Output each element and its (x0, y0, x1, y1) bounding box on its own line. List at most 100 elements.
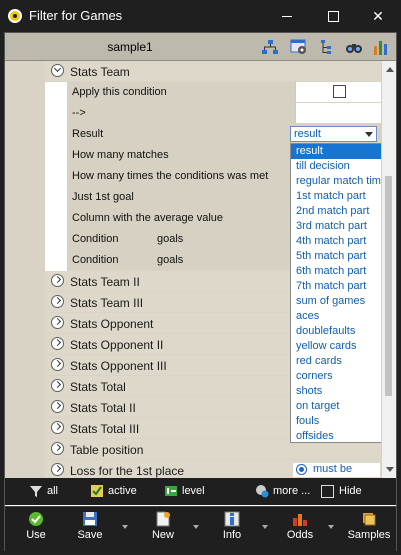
filter-header: sample1 (5, 33, 396, 61)
condition-label: Result (72, 128, 104, 140)
funnel-icon (30, 486, 42, 498)
dropdown-option[interactable]: result (291, 144, 386, 159)
condition-label: Column with the average value (72, 212, 224, 224)
scroll-down-icon[interactable] (386, 467, 394, 472)
category-label: Stats Team (70, 65, 130, 79)
odds-chart-icon (293, 514, 307, 526)
vertical-scrollbar[interactable] (381, 61, 396, 478)
category-label: Loss for the 1st place (70, 464, 185, 478)
binoculars-icon[interactable] (345, 38, 363, 56)
expand-icon[interactable] (51, 316, 64, 329)
expand-icon[interactable] (51, 337, 64, 350)
category-label: Stats Team III (70, 296, 144, 310)
level-icon (165, 486, 177, 497)
tree-structure-icon[interactable] (261, 38, 279, 56)
apply-condition-checkbox[interactable] (333, 85, 346, 98)
condition-row[interactable]: Apply this condition (67, 82, 381, 103)
expand-icon[interactable] (51, 421, 64, 434)
info-dropdown-arrow[interactable] (262, 525, 268, 529)
dropdown-option[interactable]: offsides (291, 429, 386, 444)
must-be-radio[interactable]: must be (293, 463, 380, 477)
close-button[interactable]: ✕ (355, 0, 401, 32)
dropdown-option[interactable]: 3rd match part (291, 219, 386, 234)
result-select[interactable]: result (290, 126, 377, 142)
dropdown-option[interactable]: 7th match part (291, 279, 386, 294)
scrollbar-thumb[interactable] (385, 176, 392, 396)
condition-label: How many matches (72, 149, 169, 161)
dropdown-option[interactable]: on target (291, 399, 386, 414)
radio-selected-icon[interactable] (296, 464, 307, 475)
condition-value[interactable]: goals (157, 254, 183, 266)
condition-label: Condition (72, 233, 119, 245)
dropdown-option[interactable]: doublefaults (291, 324, 386, 339)
result-dropdown-list[interactable]: result till decision regular match time … (290, 143, 387, 443)
filter-level-button[interactable]: level (164, 483, 205, 500)
maximize-button[interactable] (310, 0, 356, 32)
condition-label: How many times the conditions was met (72, 170, 269, 182)
odds-button[interactable]: Odds (283, 511, 317, 549)
dropdown-option[interactable]: 2nd match part (291, 204, 386, 219)
condition-value-cell[interactable] (295, 82, 381, 102)
dropdown-option[interactable]: till decision (291, 159, 386, 174)
odds-dropdown-arrow[interactable] (328, 525, 334, 529)
filter-more-button[interactable]: more ... (255, 483, 310, 500)
list-structure-icon[interactable] (319, 38, 337, 56)
filter-active-button[interactable]: active (90, 483, 137, 500)
condition-value-cell[interactable] (295, 103, 381, 123)
title-bar: Filter for Games ✕ (0, 0, 401, 32)
dropdown-option[interactable]: 1st match part (291, 189, 386, 204)
hide-checkbox[interactable] (321, 484, 334, 498)
filter-all-label: all (47, 485, 59, 497)
category-label: Stats Opponent III (70, 359, 167, 373)
dropdown-option[interactable]: corners (291, 369, 386, 384)
samples-button[interactable]: Samples (346, 511, 392, 549)
dropdown-option[interactable]: aces (291, 309, 386, 324)
dropdown-option[interactable]: 4th match part (291, 234, 386, 249)
filter-all-button[interactable]: all (29, 483, 58, 500)
expand-icon[interactable] (51, 442, 64, 455)
condition-label: Just 1st goal (72, 191, 134, 203)
expand-icon[interactable] (51, 400, 64, 413)
dropdown-option[interactable]: 5th match part (291, 249, 386, 264)
expand-icon[interactable] (51, 295, 64, 308)
minimize-button[interactable] (264, 0, 310, 32)
save-button[interactable]: Save (75, 511, 105, 549)
dropdown-option[interactable]: 6th match part (291, 264, 386, 279)
dropdown-option[interactable]: shots (291, 384, 386, 399)
info-icon (224, 511, 240, 527)
category-label: Table position (70, 443, 144, 457)
expand-icon[interactable] (51, 379, 64, 392)
collapse-icon[interactable] (51, 64, 64, 77)
dropdown-option[interactable]: regular match time (291, 174, 386, 189)
condition-row[interactable]: --> (67, 103, 381, 124)
filter-name: sample1 (107, 40, 153, 54)
bottom-toolbar: Use Save New Info Odds Samples (5, 506, 396, 551)
use-button[interactable]: Use (21, 511, 51, 549)
dropdown-option[interactable]: sum of games (291, 294, 386, 309)
filter-more-label: more ... (273, 485, 311, 497)
filter-bar: all active level more ... Hide (5, 478, 396, 505)
category-stats-team[interactable]: Stats Team (45, 61, 381, 82)
chevron-down-icon[interactable] (365, 132, 373, 137)
checklist-icon (91, 485, 103, 498)
hide-toggle[interactable]: Hide (321, 483, 362, 500)
new-dropdown-arrow[interactable] (193, 525, 199, 529)
window-title: Filter for Games (29, 8, 123, 23)
category-label: Stats Opponent (70, 317, 154, 331)
condition-value[interactable]: goals (157, 233, 183, 245)
condition-label: Apply this condition (72, 86, 167, 98)
save-dropdown-arrow[interactable] (122, 525, 128, 529)
info-button[interactable]: Info (217, 511, 247, 549)
expand-icon[interactable] (51, 274, 64, 287)
settings-window-icon[interactable] (290, 38, 308, 56)
dropdown-option[interactable]: red cards (291, 354, 386, 369)
category-label: Stats Team II (70, 275, 140, 289)
dropdown-option[interactable]: fouls (291, 414, 386, 429)
scroll-up-icon[interactable] (386, 67, 394, 72)
dropdown-option[interactable]: yellow cards (291, 339, 386, 354)
odds-label: Odds (286, 529, 314, 541)
expand-icon[interactable] (51, 463, 64, 476)
bar-chart-icon[interactable] (372, 38, 390, 56)
new-button[interactable]: New (148, 511, 178, 549)
expand-icon[interactable] (51, 358, 64, 371)
